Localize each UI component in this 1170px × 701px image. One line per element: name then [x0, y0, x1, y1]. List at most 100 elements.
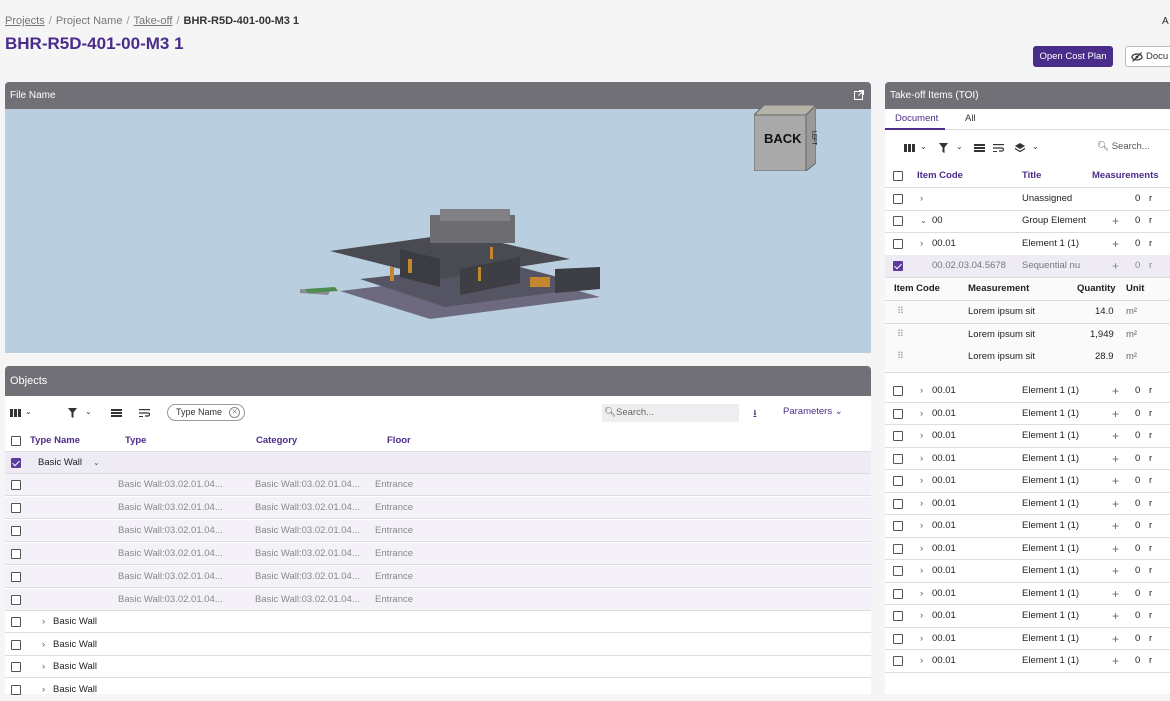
filter-icon[interactable]: [68, 408, 77, 418]
chevron-right-icon[interactable]: ›: [920, 448, 923, 470]
drag-handle-icon[interactable]: ⠿: [897, 301, 904, 323]
select-all-checkbox[interactable]: [893, 171, 903, 181]
row-checkbox[interactable]: [893, 261, 903, 271]
toi-search-input[interactable]: 🔍︎ Search...: [1097, 141, 1150, 152]
select-all-checkbox[interactable]: [11, 436, 21, 446]
open-external-icon[interactable]: [854, 90, 864, 100]
table-row[interactable]: › 00.01 Element 1 (1) +0 r: [885, 515, 1170, 538]
table-row[interactable]: › Basic Wall: [5, 679, 871, 701]
table-row[interactable]: › 00.01 Element 1 (1) +0 r: [885, 470, 1170, 493]
add-measurement-button[interactable]: +: [1112, 210, 1119, 232]
density-icon[interactable]: [974, 144, 985, 152]
chevron-right-icon[interactable]: ›: [920, 650, 923, 672]
add-measurement-button[interactable]: +: [1112, 233, 1119, 255]
table-row[interactable]: Basic Wall:03.02.01.04... Basic Wall:03.…: [5, 520, 871, 542]
row-checkbox[interactable]: [11, 595, 21, 605]
tab-document[interactable]: Document: [895, 113, 938, 124]
row-checkbox[interactable]: [11, 572, 21, 582]
chevron-right-icon[interactable]: ›: [920, 403, 923, 425]
add-measurement-button[interactable]: +: [1112, 470, 1119, 492]
column-header-title[interactable]: Title: [1022, 165, 1041, 187]
chevron-right-icon[interactable]: ›: [920, 605, 923, 627]
table-row[interactable]: › 00.01 Element 1 (1) +0 r: [885, 583, 1170, 605]
download-icon[interactable]: ⭳: [753, 405, 757, 424]
objects-search-input[interactable]: 🔍︎ Search...: [602, 404, 739, 422]
table-row[interactable]: › 00.01 Element 1 (1) +0 r: [885, 560, 1170, 583]
row-checkbox[interactable]: [11, 503, 21, 513]
row-checkbox[interactable]: [893, 521, 903, 531]
row-checkbox[interactable]: [11, 640, 21, 650]
chevron-right-icon[interactable]: ›: [920, 515, 923, 537]
row-checkbox[interactable]: [893, 633, 903, 644]
table-row[interactable]: Basic Wall:03.02.01.04... Basic Wall:03.…: [5, 589, 871, 611]
chevron-right-icon[interactable]: ›: [42, 634, 45, 656]
table-row[interactable]: › 00.01 Element 1 (1) +0 r: [885, 380, 1170, 403]
row-checkbox[interactable]: [893, 476, 903, 486]
row-checkbox[interactable]: [893, 216, 903, 226]
chevron-right-icon[interactable]: ›: [920, 380, 923, 402]
table-row[interactable]: › 00.01 Element 1 (1) +0 r: [885, 605, 1170, 628]
navigation-cube[interactable]: BACK LEFT: [752, 103, 818, 173]
table-row[interactable]: ⌄ 00 Group Element + 0 r: [885, 210, 1170, 233]
chevron-down-icon[interactable]: ⌄: [93, 452, 100, 474]
table-row[interactable]: Basic Wall ⌄: [5, 452, 871, 474]
chevron-right-icon[interactable]: ›: [920, 233, 923, 255]
close-icon[interactable]: ✕: [229, 407, 241, 418]
add-measurement-button[interactable]: +: [1112, 255, 1119, 277]
table-row[interactable]: › 00.01 Element 1 (1) +0 r: [885, 403, 1170, 425]
chevron-down-icon[interactable]: ⌄: [1032, 142, 1039, 151]
table-row[interactable]: › Unassigned 0 r: [885, 188, 1170, 211]
add-measurement-button[interactable]: +: [1112, 605, 1119, 627]
chevron-right-icon[interactable]: ›: [920, 538, 923, 560]
column-header-item-code[interactable]: Item Code: [917, 165, 963, 187]
chevron-right-icon[interactable]: ›: [920, 493, 923, 515]
chevron-right-icon[interactable]: ›: [920, 470, 923, 492]
column-header-measurements[interactable]: Measurements: [1092, 165, 1159, 187]
column-header-floor[interactable]: Floor: [387, 430, 411, 452]
row-checkbox[interactable]: [893, 408, 903, 419]
wrap-text-icon[interactable]: [139, 409, 150, 417]
table-row[interactable]: › 00.01 Element 1 (1) +0 r: [885, 538, 1170, 560]
row-checkbox[interactable]: [893, 611, 903, 621]
table-row[interactable]: 00.02.03.04.5678 Sequential nu + 0 r: [885, 255, 1170, 278]
add-measurement-button[interactable]: +: [1112, 380, 1119, 402]
documents-button[interactable]: Docu: [1125, 46, 1170, 67]
wrap-text-icon[interactable]: [993, 144, 1004, 152]
measurement-row[interactable]: ⠿ Lorem ipsum sit 14.0 m²: [885, 301, 1170, 324]
chevron-right-icon[interactable]: ›: [920, 188, 923, 210]
chevron-right-icon[interactable]: ›: [920, 628, 923, 650]
add-measurement-button[interactable]: +: [1112, 425, 1119, 447]
breadcrumb-takeoff-link[interactable]: Take-off: [134, 15, 173, 27]
chevron-down-icon[interactable]: ⌄: [25, 407, 32, 416]
add-measurement-button[interactable]: +: [1112, 515, 1119, 537]
open-cost-plan-button[interactable]: Open Cost Plan: [1033, 46, 1113, 67]
table-row[interactable]: › 00.01 Element 1 (1) +0 r: [885, 493, 1170, 515]
add-measurement-button[interactable]: +: [1112, 403, 1119, 425]
row-checkbox[interactable]: [11, 526, 21, 536]
table-row[interactable]: › 00.01 Element 1 (1) +0 r: [885, 650, 1170, 673]
table-row[interactable]: Basic Wall:03.02.01.04... Basic Wall:03.…: [5, 497, 871, 519]
columns-icon[interactable]: [10, 409, 21, 417]
table-row[interactable]: Basic Wall:03.02.01.04... Basic Wall:03.…: [5, 543, 871, 565]
table-row[interactable]: › 00.01 Element 1 (1) +0 r: [885, 628, 1170, 650]
chevron-down-icon[interactable]: ⌄: [920, 210, 927, 232]
row-checkbox[interactable]: [11, 549, 21, 559]
row-checkbox[interactable]: [11, 480, 21, 490]
row-checkbox[interactable]: [893, 453, 903, 464]
chevron-right-icon[interactable]: ›: [42, 679, 45, 701]
model-viewer[interactable]: [5, 109, 871, 353]
row-checkbox[interactable]: [893, 194, 903, 204]
table-row[interactable]: › 00.01 Element 1 (1) +0 r: [885, 425, 1170, 448]
row-checkbox[interactable]: [11, 617, 21, 627]
column-header-category[interactable]: Category: [256, 430, 297, 452]
table-row[interactable]: › Basic Wall: [5, 611, 871, 633]
add-measurement-button[interactable]: +: [1112, 628, 1119, 650]
row-checkbox[interactable]: [893, 588, 903, 599]
row-checkbox[interactable]: [11, 458, 21, 468]
table-row[interactable]: › Basic Wall: [5, 634, 871, 656]
chevron-down-icon[interactable]: ⌄: [920, 142, 927, 151]
layers-icon[interactable]: [1015, 143, 1025, 153]
breadcrumb-projects-link[interactable]: Projects: [5, 15, 45, 27]
chevron-right-icon[interactable]: ›: [42, 656, 45, 678]
row-checkbox[interactable]: [893, 498, 903, 509]
